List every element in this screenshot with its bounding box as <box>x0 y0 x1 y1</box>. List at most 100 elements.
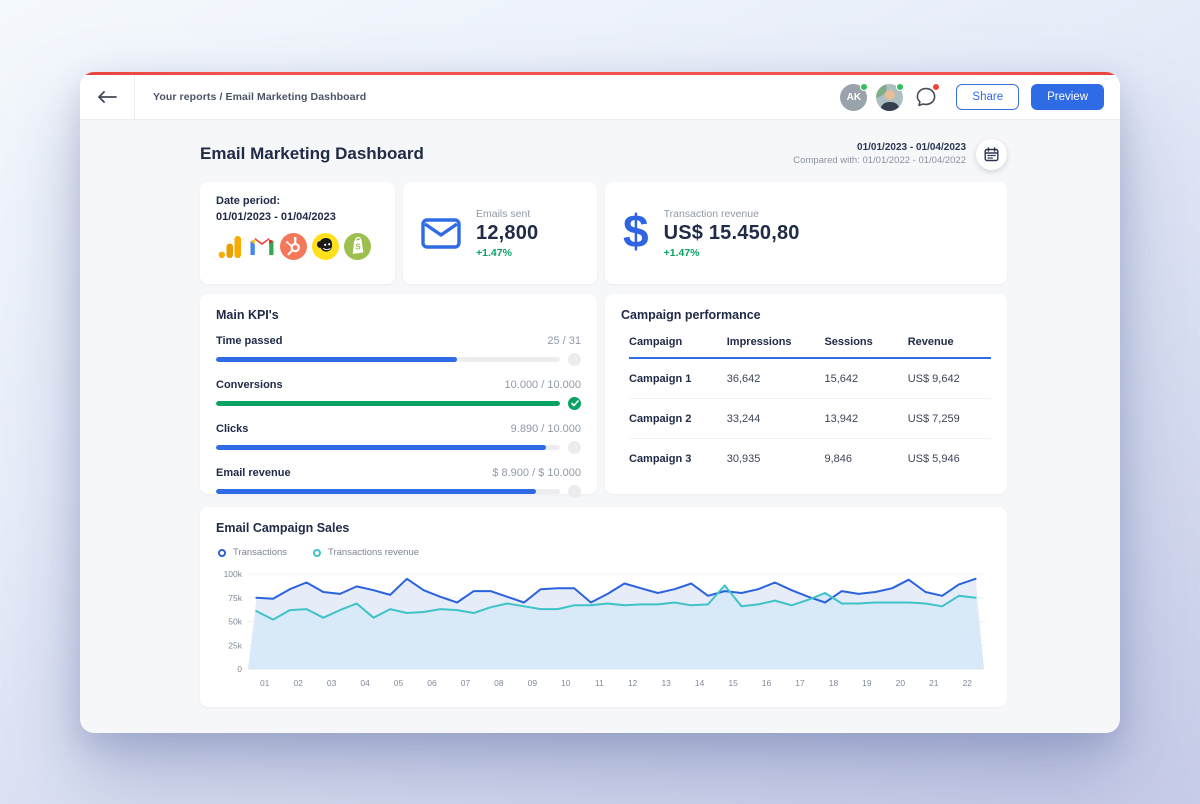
transaction-revenue-label: Transaction revenue <box>664 208 800 220</box>
kpi-row: Time passed25 / 31 <box>216 335 581 366</box>
x-axis-tick: 20 <box>896 678 906 688</box>
table-row: Campaign 233,24413,942US$ 7,259 <box>629 399 991 439</box>
x-axis-tick: 17 <box>795 678 805 688</box>
transaction-revenue-value: US$ 15.450,80 <box>664 222 800 245</box>
compared-with-value: Compared with: 01/01/2022 - 01/04/2022 <box>793 155 966 166</box>
kpi-progress-fill <box>216 401 560 406</box>
chart-legend: Transactions Transactions revenue <box>218 547 991 558</box>
x-axis-tick: 16 <box>762 678 772 688</box>
x-axis-tick: 13 <box>661 678 671 688</box>
date-period-card: Date period: 01/01/2023 - 01/04/2023 S <box>200 182 395 284</box>
x-axis-tick: 08 <box>494 678 504 688</box>
main-kpis-title: Main KPI's <box>216 308 581 322</box>
column-header: Revenue <box>908 336 991 348</box>
share-button[interactable]: Share <box>956 84 1019 110</box>
transaction-revenue-text: Transaction revenue US$ 15.450,80 +1.47% <box>664 208 800 259</box>
legend-marker <box>313 549 321 557</box>
sessions-cell: 13,942 <box>824 413 907 425</box>
calendar-icon <box>984 147 999 162</box>
column-header: Sessions <box>824 336 907 348</box>
kpi-status-check <box>568 397 581 410</box>
x-axis-tick: 03 <box>327 678 337 688</box>
gmail-icon[interactable] <box>248 233 275 260</box>
envelope-icon <box>421 218 461 249</box>
legend-marker <box>218 549 226 557</box>
revenue-cell: US$ 5,946 <box>908 453 991 465</box>
shopify-icon[interactable]: S <box>344 233 371 260</box>
date-range-text: 01/01/2023 - 01/04/2023 Compared with: 0… <box>793 142 966 166</box>
date-period-value: 01/01/2023 - 01/04/2023 <box>216 211 379 223</box>
x-axis-tick: 19 <box>862 678 872 688</box>
legend-label: Transactions revenue <box>328 547 419 558</box>
campaign-performance-card: Campaign performance CampaignImpressions… <box>605 294 1007 494</box>
y-axis-tick: 100k <box>224 569 243 579</box>
x-axis-tick: 22 <box>963 678 973 688</box>
connector-icons: S <box>216 233 379 260</box>
legend-item[interactable]: Transactions revenue <box>313 547 419 558</box>
x-axis-tick: 15 <box>728 678 738 688</box>
table-row: Campaign 330,9359,846US$ 5,946 <box>629 439 991 479</box>
legend-label: Transactions <box>233 547 287 558</box>
kpi-label: Conversions <box>216 379 283 391</box>
emails-sent-card: Emails sent 12,800 +1.47% <box>403 182 597 284</box>
mailchimp-icon[interactable] <box>312 233 339 260</box>
table-row: Campaign 136,64215,642US$ 9,642 <box>629 359 991 399</box>
chart-row: Email Campaign Sales TransactionsTransac… <box>200 507 1007 707</box>
hubspot-icon[interactable] <box>280 233 307 260</box>
campaign-table: CampaignImpressionsSessionsRevenue Campa… <box>621 336 991 479</box>
emails-sent-label: Emails sent <box>476 208 538 220</box>
column-header: Impressions <box>727 336 825 348</box>
y-axis-tick: 25k <box>228 640 242 650</box>
campaign-name: Campaign 1 <box>629 373 727 385</box>
x-axis-tick: 09 <box>528 678 538 688</box>
calendar-button[interactable] <box>976 139 1007 170</box>
x-axis-tick: 11 <box>595 678 604 688</box>
back-arrow-icon <box>97 91 117 103</box>
column-header: Campaign <box>629 336 727 348</box>
preview-button[interactable]: Preview <box>1031 84 1104 110</box>
breadcrumb[interactable]: Your reports / Email Marketing Dashboard <box>153 91 366 103</box>
chat-button[interactable] <box>912 84 939 111</box>
x-axis-tick: 12 <box>628 678 638 688</box>
kpi-status-circle <box>568 353 581 366</box>
avatar-ak[interactable]: AK <box>840 84 867 111</box>
chart-area: 100k75k50k25k001020304050607080910111213… <box>216 566 991 695</box>
chart-title: Email Campaign Sales <box>216 521 991 535</box>
y-axis-tick: 50k <box>228 617 242 627</box>
kpi-row: Email revenue$ 8.900 / $ 10.000 <box>216 467 581 498</box>
kpi-progress-fill <box>216 357 457 362</box>
date-period-label: Date period: <box>216 195 379 207</box>
online-dot <box>896 83 904 91</box>
kpi-progress-fill <box>216 445 546 450</box>
campaign-name: Campaign 3 <box>629 453 727 465</box>
y-axis-tick: 75k <box>228 593 242 603</box>
kpi-progress-track <box>216 357 560 362</box>
x-axis-tick: 04 <box>360 678 370 688</box>
sessions-cell: 9,846 <box>824 453 907 465</box>
emails-sent-delta: +1.47% <box>476 247 538 259</box>
back-button[interactable] <box>80 75 135 119</box>
topbar: Your reports / Email Marketing Dashboard… <box>80 75 1120 120</box>
kpi-row: Clicks9.890 / 10.000 <box>216 423 581 454</box>
title-row: Email Marketing Dashboard 01/01/2023 - 0… <box>200 135 1007 173</box>
impressions-cell: 33,244 <box>727 413 825 425</box>
revenue-cell: US$ 7,259 <box>908 413 991 425</box>
x-axis-tick: 18 <box>829 678 839 688</box>
kpi-value: 25 / 31 <box>547 335 581 347</box>
kpi-status-circle <box>568 441 581 454</box>
avatar-initials: AK <box>847 92 861 103</box>
google-analytics-icon[interactable] <box>216 233 243 260</box>
dashboard-content: Email Marketing Dashboard 01/01/2023 - 0… <box>80 135 1120 707</box>
avatar-photo[interactable] <box>876 84 903 111</box>
kpi-list: Time passed25 / 31Conversions10.000 / 10… <box>216 335 581 498</box>
app-window: Your reports / Email Marketing Dashboard… <box>80 72 1120 733</box>
emails-sent-value: 12,800 <box>476 222 538 245</box>
revenue-cell: US$ 9,642 <box>908 373 991 385</box>
x-axis-tick: 21 <box>929 678 939 688</box>
middle-row: Main KPI's Time passed25 / 31 Conversions… <box>200 294 1007 494</box>
notification-dot <box>932 83 940 91</box>
legend-item[interactable]: Transactions <box>218 547 287 558</box>
kpi-progress-fill <box>216 489 536 494</box>
impressions-cell: 30,935 <box>727 453 825 465</box>
kpi-label: Email revenue <box>216 467 291 479</box>
